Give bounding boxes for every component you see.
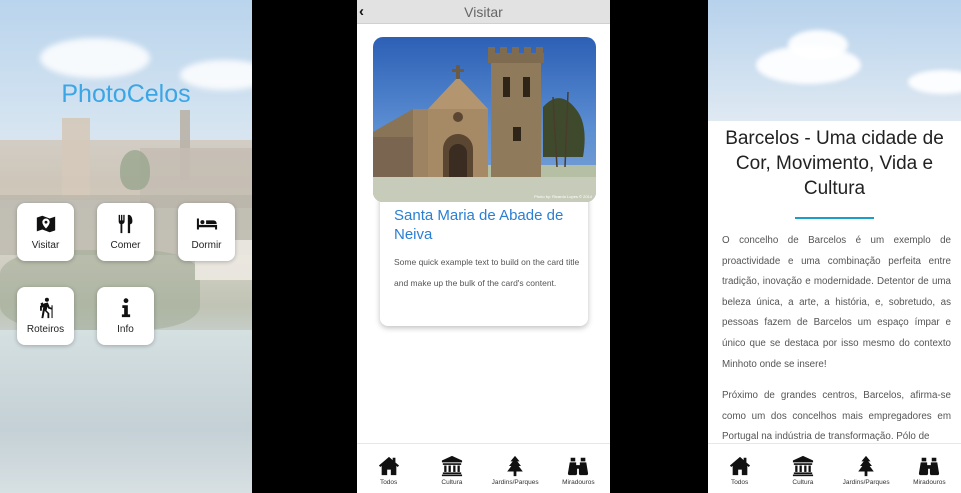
- tile-label: Visitar: [31, 240, 60, 251]
- tile-label: Comer: [110, 240, 141, 251]
- map-marker-icon: [36, 215, 55, 233]
- home-screen: PhotoCelos Visitar Comer Dormir Roteiros…: [0, 0, 252, 493]
- header-bar: ‹ Visitar: [357, 0, 610, 24]
- article-title: Barcelos - Uma cidade de Cor, Movimento,…: [725, 128, 944, 199]
- bottom-tab-bar: Todos Cultura Jardins/Parques Miradouros: [357, 443, 610, 493]
- comer-button[interactable]: Comer: [97, 203, 154, 261]
- tab-jardins-parques[interactable]: Jardins/Parques: [484, 444, 547, 493]
- tile-label: Roteiros: [26, 324, 65, 335]
- binoculars-icon: [919, 457, 940, 476]
- title-divider: [795, 217, 874, 219]
- photo-credit: Photo by: Ricardo Lopes © 2014: [534, 194, 592, 199]
- tab-label: Jardins/Parques: [842, 479, 890, 486]
- place-photo[interactable]: Photo by: Ricardo Lopes © 2014: [373, 37, 596, 202]
- background-cloud: [908, 70, 961, 94]
- hiker-icon: [39, 297, 53, 319]
- tab-todos[interactable]: Todos: [357, 444, 420, 493]
- tab-label: Miradouros: [562, 479, 595, 486]
- article-screen: Barcelos - Uma cidade de Cor, Movimento,…: [708, 0, 961, 493]
- tab-miradouros[interactable]: Miradouros: [898, 444, 961, 493]
- header-image: [708, 0, 961, 121]
- tab-cultura[interactable]: Cultura: [771, 444, 834, 493]
- utensils-icon: [118, 214, 132, 234]
- page-title: Visitar: [464, 4, 503, 20]
- visitar-button[interactable]: Visitar: [17, 203, 74, 261]
- info-icon: [121, 298, 130, 318]
- home-icon: [729, 456, 750, 476]
- tab-cultura[interactable]: Cultura: [420, 444, 483, 493]
- card-title[interactable]: Santa Maria de Abade de Neiva: [394, 206, 584, 244]
- bottom-tab-bar: Todos Cultura Jardins/Parques Miradouros: [708, 443, 961, 493]
- background-cloud: [788, 30, 848, 60]
- tab-label: Miradouros: [913, 479, 946, 486]
- museum-icon: [792, 455, 813, 477]
- tab-label: Cultura: [792, 479, 814, 486]
- card-text: Some quick example text to build on the …: [394, 257, 580, 288]
- info-button[interactable]: Info: [97, 287, 154, 345]
- visitar-screen: ‹ Visitar Photo by: Ricardo Lopes © 2014…: [357, 0, 610, 493]
- binoculars-icon: [568, 457, 589, 476]
- article-paragraph: Próximo de grandes centros, Barcelos, af…: [722, 390, 951, 443]
- home-icon: [378, 456, 399, 476]
- museum-icon: [441, 455, 462, 477]
- tab-label: Todos: [730, 479, 749, 486]
- article-paragraph: O concelho de Barcelos é um exemplo de p…: [722, 235, 951, 370]
- tile-label: Dormir: [191, 240, 222, 251]
- tile-label: Info: [117, 324, 134, 335]
- tree-icon: [507, 455, 523, 477]
- roteiros-button[interactable]: Roteiros: [17, 287, 74, 345]
- tab-todos[interactable]: Todos: [708, 444, 771, 493]
- tab-label: Jardins/Parques: [491, 479, 539, 486]
- bed-icon: [196, 218, 217, 230]
- tab-label: Cultura: [441, 479, 463, 486]
- church-illustration: [373, 47, 596, 202]
- tab-label: Todos: [379, 479, 398, 486]
- tree-icon: [858, 455, 874, 477]
- app-title: PhotoCelos: [61, 80, 191, 108]
- dormir-button[interactable]: Dormir: [178, 203, 235, 261]
- tab-miradouros[interactable]: Miradouros: [547, 444, 610, 493]
- tab-jardins-parques[interactable]: Jardins/Parques: [835, 444, 898, 493]
